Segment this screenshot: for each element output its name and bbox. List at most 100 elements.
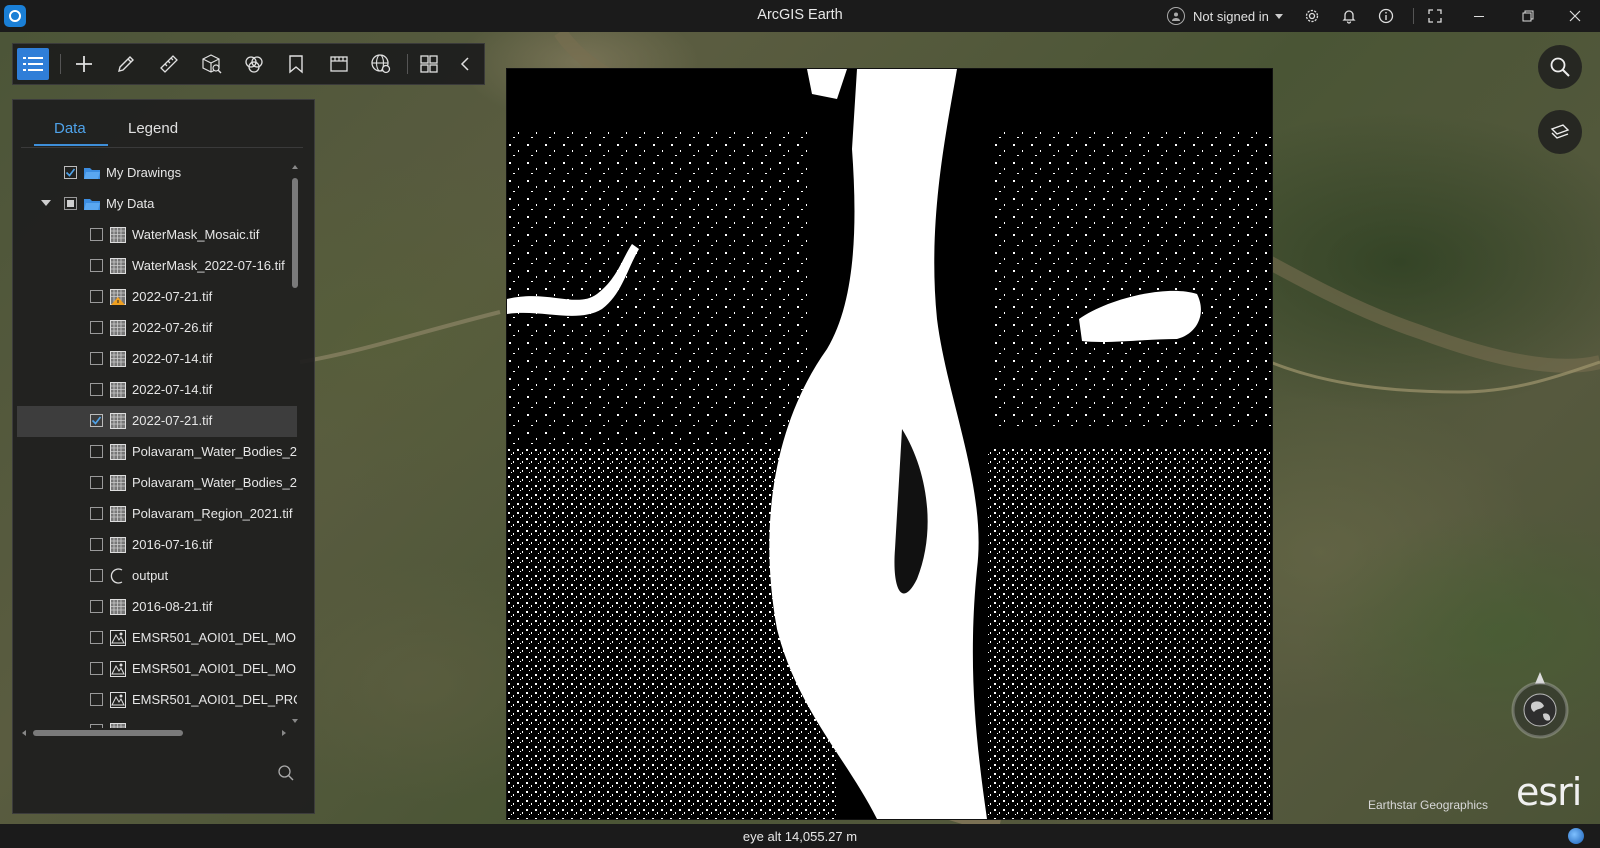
- layer-visibility-checkbox[interactable]: [90, 383, 103, 396]
- draw-button[interactable]: [110, 48, 142, 80]
- info-button[interactable]: [1376, 6, 1396, 26]
- bookmark-icon: [289, 55, 303, 74]
- map-layer-icon: [109, 660, 127, 678]
- interactive-icon: [245, 56, 263, 73]
- restore-icon: [1522, 10, 1534, 22]
- layer-tree-item[interactable]: Polavaram_Water_Bodies_2: [17, 468, 297, 499]
- layer-tree-item[interactable]: 2022-07-21.tif: [17, 406, 297, 437]
- vertical-scrollbar-thumb[interactable]: [292, 178, 298, 288]
- layer-tree-item[interactable]: EMSR501_AOI01_DEL_PRC: [17, 685, 297, 716]
- layer-visibility-checkbox[interactable]: [90, 569, 103, 582]
- navigation-compass[interactable]: [1510, 670, 1570, 740]
- layer-tree-item[interactable]: 2016-07-16.tif: [17, 530, 297, 561]
- raster-icon: [109, 350, 127, 368]
- window-title: ArcGIS Earth: [757, 7, 843, 23]
- scroll-right-icon[interactable]: [281, 729, 287, 737]
- layer-visibility-checkbox[interactable]: [90, 662, 103, 675]
- layer-tree-item[interactable]: [17, 716, 297, 728]
- search-icon: [1550, 57, 1570, 77]
- analysis-button[interactable]: [196, 48, 228, 80]
- layer-list-icon: [23, 57, 43, 71]
- layer-visibility-checkbox[interactable]: [90, 631, 103, 644]
- basemap-button[interactable]: [1538, 110, 1582, 154]
- panel-search-button[interactable]: [277, 764, 297, 784]
- layer-visibility-checkbox[interactable]: [90, 352, 103, 365]
- map-attribution: Earthstar Geographics: [1368, 798, 1489, 812]
- layer-label: 2022-07-21.tif: [132, 413, 213, 428]
- fullscreen-icon: [1428, 9, 1442, 23]
- minimize-button[interactable]: [1469, 6, 1489, 26]
- globe-settings-button[interactable]: [365, 48, 397, 80]
- layer-tree-item[interactable]: My Drawings: [17, 158, 297, 189]
- notifications-button[interactable]: [1339, 6, 1359, 26]
- loading-icon: [109, 567, 127, 585]
- layer-visibility-checkbox[interactable]: [90, 445, 103, 458]
- title-bar: ArcGIS Earth Not signed in: [0, 0, 1600, 32]
- title-bar-separator: [1413, 8, 1414, 24]
- measure-button[interactable]: [153, 48, 185, 80]
- folder-icon: [83, 195, 101, 213]
- layer-visibility-checkbox[interactable]: [90, 414, 103, 427]
- layer-tree-item[interactable]: output: [17, 561, 297, 592]
- esri-logo: esri: [1516, 770, 1582, 814]
- layer-label: 2022-07-14.tif: [132, 382, 213, 397]
- eye-altitude-readout: eye alt 14,055.27 m: [742, 829, 858, 844]
- layer-tree-item[interactable]: WaterMask_2022-07-16.tif: [17, 251, 297, 282]
- raster-icon: [109, 722, 127, 728]
- layer-visibility-checkbox[interactable]: [64, 197, 77, 210]
- expand-toggle-icon[interactable]: [41, 200, 51, 206]
- layer-tree-item[interactable]: 2022-07-21.tif: [17, 282, 297, 313]
- layer-tree-item[interactable]: Polavaram_Region_2021.tif: [17, 499, 297, 530]
- add-data-button[interactable]: [68, 48, 100, 80]
- measure-icon: [160, 55, 178, 73]
- layer-visibility-checkbox[interactable]: [90, 228, 103, 241]
- close-button[interactable]: [1565, 6, 1585, 26]
- tab-divider: [21, 147, 303, 148]
- layer-tree-item[interactable]: 2022-07-14.tif: [17, 375, 297, 406]
- raster-icon: [109, 598, 127, 616]
- vertical-scrollbar[interactable]: [291, 164, 299, 724]
- bookmarks-button[interactable]: [280, 48, 312, 80]
- tab-legend[interactable]: Legend: [128, 120, 178, 137]
- layer-visibility-checkbox[interactable]: [90, 476, 103, 489]
- scroll-left-icon[interactable]: [21, 729, 27, 737]
- capture-button[interactable]: [323, 48, 355, 80]
- layer-tree-item[interactable]: 2022-07-26.tif: [17, 313, 297, 344]
- layer-visibility-checkbox[interactable]: [90, 693, 103, 706]
- restore-button[interactable]: [1518, 6, 1538, 26]
- layer-label: output: [132, 568, 169, 583]
- layer-tree-item[interactable]: Polavaram_Water_Bodies_2: [17, 437, 297, 468]
- layer-visibility-checkbox[interactable]: [90, 600, 103, 613]
- account-menu[interactable]: Not signed in: [1167, 6, 1283, 26]
- layer-visibility-checkbox[interactable]: [90, 259, 103, 272]
- raster-icon: [109, 443, 127, 461]
- layer-visibility-checkbox[interactable]: [90, 321, 103, 334]
- layer-visibility-checkbox[interactable]: [90, 538, 103, 551]
- layer-visibility-checkbox[interactable]: [90, 507, 103, 520]
- widgets-button[interactable]: [413, 48, 445, 80]
- layer-tree-item[interactable]: EMSR501_AOI01_DEL_MO: [17, 654, 297, 685]
- toolbar-separator: [407, 54, 408, 74]
- grid-icon: [420, 55, 438, 73]
- fullscreen-button[interactable]: [1425, 6, 1445, 26]
- collapse-toolbar-button[interactable]: [449, 48, 481, 80]
- settings-button[interactable]: [1302, 6, 1322, 26]
- status-bar: eye alt 14,055.27 m: [0, 824, 1600, 848]
- layer-tree-item[interactable]: My Data: [17, 189, 297, 220]
- layer-tree-item[interactable]: 2016-08-21.tif: [17, 592, 297, 623]
- basemap-layers-icon: [1550, 124, 1570, 139]
- map-search-button[interactable]: [1538, 45, 1582, 89]
- interactive-analysis-button[interactable]: [238, 48, 270, 80]
- layer-tree-item[interactable]: EMSR501_AOI01_DEL_MO: [17, 623, 297, 654]
- close-icon: [1569, 10, 1581, 22]
- tab-data[interactable]: Data: [54, 120, 86, 137]
- settings-icon: [1305, 9, 1319, 23]
- horizontal-scrollbar-thumb[interactable]: [33, 730, 183, 736]
- layer-tree-item[interactable]: WaterMask_Mosaic.tif: [17, 220, 297, 251]
- layer-visibility-checkbox[interactable]: [64, 166, 77, 179]
- main-toolbar: [12, 43, 485, 85]
- layer-list-button[interactable]: [17, 48, 49, 80]
- layer-visibility-checkbox[interactable]: [90, 290, 103, 303]
- layer-tree-item[interactable]: 2022-07-14.tif: [17, 344, 297, 375]
- layer-visibility-checkbox[interactable]: [90, 724, 103, 728]
